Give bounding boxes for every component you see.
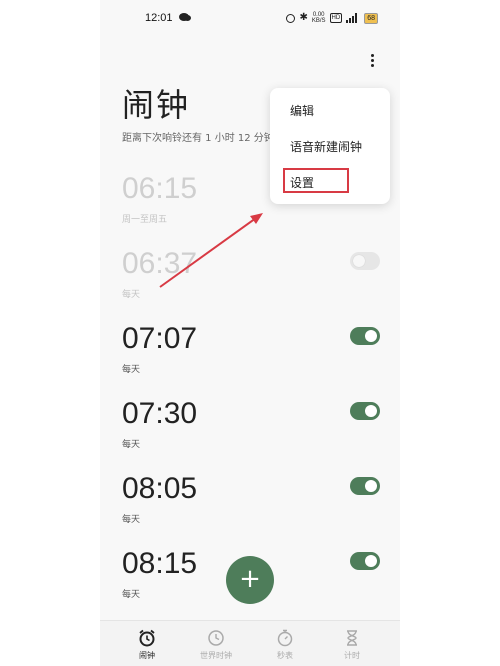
annotation-arrow — [159, 213, 263, 288]
phone-screen: 12:01 ✱ 0.00 KB/S HD 68 闹钟 距离下次响铃还有 1 小时… — [100, 0, 400, 666]
